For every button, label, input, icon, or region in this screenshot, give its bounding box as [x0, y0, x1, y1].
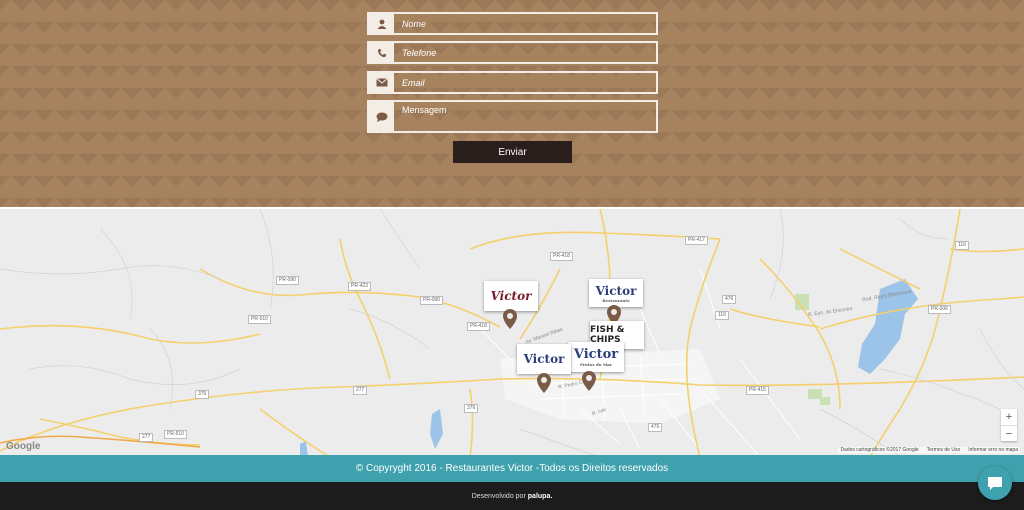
- road-label: 116: [715, 311, 729, 320]
- road-label: 376: [195, 390, 210, 399]
- message-input[interactable]: Mensagem: [394, 102, 656, 131]
- map-roads: [0, 209, 1024, 455]
- road-label: PR-418: [550, 252, 573, 261]
- road-label: 476: [648, 423, 663, 432]
- contact-section: Nome Telefone Email Mensagem Enviar: [0, 0, 1024, 207]
- road-label: PR-510: [164, 430, 187, 439]
- phone-input[interactable]: Telefone: [394, 43, 656, 62]
- road-label: PR-506: [928, 305, 951, 314]
- restaurant-logo[interactable]: Victor Restaurante: [589, 279, 643, 307]
- road-label: PR-510: [248, 315, 271, 324]
- developed-by-text: Desenvolvido por: [471, 492, 526, 500]
- zoom-out-button[interactable]: −: [1001, 425, 1017, 441]
- road-label: PR-423: [348, 282, 371, 291]
- submit-button[interactable]: Enviar: [453, 141, 572, 163]
- road-label: PR-418: [467, 322, 490, 331]
- comment-icon: [369, 102, 394, 131]
- user-icon: [369, 14, 394, 33]
- developer-bar: Desenvolvido por palupa.: [0, 482, 1024, 510]
- zoom-control[interactable]: + −: [1001, 409, 1017, 441]
- chat-button[interactable]: [978, 466, 1012, 500]
- map-attribution: Dados cartográficos ©2017 Google Termos …: [838, 447, 1020, 453]
- terms-link[interactable]: Termos de Uso: [927, 447, 961, 453]
- phone-field[interactable]: Telefone: [367, 41, 658, 64]
- road-label: PR-090: [276, 276, 299, 285]
- map-pin-icon[interactable]: [582, 371, 596, 391]
- email-input[interactable]: Email: [394, 73, 656, 92]
- map-pin-icon[interactable]: [503, 309, 517, 329]
- restaurant-logo[interactable]: Victor: [517, 344, 571, 374]
- restaurant-logo[interactable]: Victor: [484, 281, 538, 311]
- road-label: PR-417: [685, 236, 708, 245]
- developer-link[interactable]: palupa.: [528, 493, 553, 500]
- report-error-link[interactable]: Informar erro no mapa: [968, 447, 1018, 453]
- restaurant-logo-subtitle: Restaurante: [602, 297, 630, 303]
- message-field[interactable]: Mensagem: [367, 100, 658, 133]
- zoom-in-button[interactable]: +: [1001, 409, 1017, 425]
- road-label: 116: [955, 241, 969, 250]
- road-label: 376: [464, 404, 479, 413]
- google-logo: Google: [6, 441, 41, 452]
- name-input[interactable]: Nome: [394, 14, 656, 33]
- map-data-credit: Dados cartográficos ©2017 Google: [840, 447, 919, 453]
- map[interactable]: PR-417 PR-418 PR-090 PR-090 PR-510 PR-41…: [0, 207, 1024, 455]
- envelope-icon: [369, 73, 394, 92]
- road-label: PR-090: [420, 296, 443, 305]
- map-pin-icon[interactable]: [537, 373, 551, 393]
- restaurant-logo-subtitle: Frutos do Mar: [580, 362, 612, 367]
- restaurant-logo-name: Victor: [573, 347, 619, 362]
- phone-icon: [369, 43, 394, 62]
- name-field[interactable]: Nome: [367, 12, 658, 35]
- chat-icon: [988, 476, 1002, 490]
- road-label: PR-415: [746, 386, 769, 395]
- road-label: 277: [353, 386, 368, 395]
- copyright-text: © Copyryght 2016 - Restaurantes Victor -…: [355, 463, 669, 474]
- road-label: 476: [722, 295, 737, 304]
- copyright-bar: © Copyryght 2016 - Restaurantes Victor -…: [0, 455, 1024, 482]
- restaurant-logo-name: Victor: [595, 283, 637, 298]
- email-field[interactable]: Email: [367, 71, 658, 94]
- road-label: 277: [139, 433, 154, 442]
- restaurant-logo[interactable]: Victor Frutos do Mar: [568, 342, 624, 372]
